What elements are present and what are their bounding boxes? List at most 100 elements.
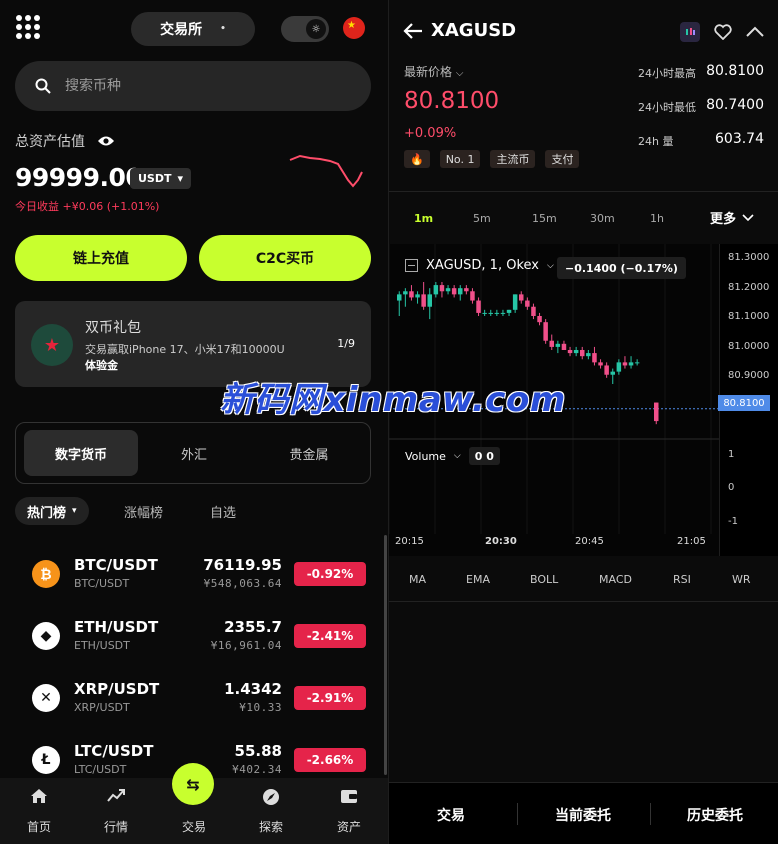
coin-row[interactable]: ◆ ETH/USDT ETH/USDT 2355.7 ¥16,961.04 -2.41% [0, 604, 388, 666]
nav-explore[interactable]: 探索 [232, 778, 310, 844]
subtab-hot-label: 热门榜 [27, 505, 67, 521]
tab-crypto[interactable]: 数字货币 [24, 430, 138, 476]
tab-separator [517, 803, 518, 825]
y-tick: 80.9000 [728, 370, 770, 381]
low-24h-label: 24小时最低 [638, 101, 696, 114]
deposit-button[interactable]: 链上充值 [15, 235, 187, 281]
promo-desc-2: 体验金 [85, 359, 118, 372]
candle-body [464, 288, 469, 292]
promo-title: 双币礼包 [85, 320, 141, 336]
coin-pair: BTC/USDT [74, 556, 158, 574]
eye-icon[interactable] [97, 135, 115, 147]
search-icon [35, 78, 51, 94]
chevron-down-icon: • [220, 24, 226, 34]
candle-body [433, 285, 439, 295]
coin-pair: XRP/USDT [74, 680, 160, 698]
candle-body [421, 294, 426, 307]
tab-metals[interactable]: 贵金属 [252, 430, 366, 476]
mainstream-tag: 主流币 [490, 150, 536, 168]
asset-unit-selector[interactable]: USDT ▾ [130, 168, 192, 189]
candle-body [500, 312, 506, 314]
candle-body [537, 316, 542, 323]
nav-explore-label: 探索 [258, 820, 283, 834]
china-flag-icon[interactable]: ★ [343, 17, 365, 39]
indicator-wr[interactable]: WR [732, 573, 751, 586]
search-bar[interactable] [15, 61, 371, 111]
candle-body [604, 365, 609, 375]
total-asset-value: 99999.00 [15, 163, 143, 192]
subtab-hot[interactable]: 热门榜 ▾ [15, 497, 89, 525]
search-input[interactable] [65, 78, 325, 94]
coin-change-badge: -2.41% [294, 624, 366, 648]
c2c-buy-button[interactable]: C2C买币 [199, 235, 371, 281]
candle-body [525, 300, 530, 307]
candle-body [592, 353, 597, 363]
theme-toggle[interactable]: ☼ [281, 16, 329, 42]
indicator-boll[interactable]: BOLL [530, 573, 558, 586]
indicator-ma[interactable]: MA [409, 573, 426, 586]
symbol-title: XAGUSD [431, 20, 517, 41]
subtab-gainers[interactable]: 涨幅榜 [124, 497, 163, 525]
today-profit-value: +¥0.06 (+1.01%) [62, 200, 160, 213]
coin-row[interactable]: ✕ XRP/USDT XRP/USDT 1.4342 ¥10.33 -2.91% [0, 666, 388, 728]
tab-open-orders[interactable]: 当前委托 [555, 805, 611, 825]
tab-forex[interactable]: 外汇 [137, 430, 251, 476]
collapse-icon[interactable] [405, 259, 418, 272]
candle-chart-icon[interactable] [680, 22, 700, 42]
indicator-macd[interactable]: MACD [599, 573, 632, 586]
volume-legend[interactable]: Volume ⌵ 0 0 [405, 447, 500, 465]
subtab-favorites[interactable]: 自选 [210, 497, 236, 525]
swap-arrows-icon[interactable]: ⇆ [172, 763, 214, 805]
latest-price-label: 最新价格 ⌵ [404, 63, 463, 80]
interval-5m[interactable]: 5m [473, 212, 491, 225]
y-tick: 81.1000 [728, 311, 770, 322]
promo-desc: 交易赢取iPhone 17、小米17和10000U [85, 343, 285, 356]
indicator-rsi[interactable]: RSI [673, 573, 691, 586]
nav-markets[interactable]: 行情 [77, 778, 155, 844]
total-asset-text: 总资产估值 [15, 134, 85, 150]
candle-body [458, 288, 463, 295]
more-intervals-button[interactable]: 更多 [710, 208, 754, 227]
nav-assets-label: 资产 [336, 820, 361, 834]
coin-row[interactable]: ₿ BTC/USDT BTC/USDT 76119.95 ¥548,063.64 -0.9… [0, 542, 388, 604]
trading-chart-panel: XAGUSD 最新价格 ⌵ 80.8100 +0.09% 🔥 No. 1 主流币… [388, 0, 778, 844]
chart-title: XAGUSD, 1, Okex [426, 258, 539, 273]
more-label: 更多 [709, 212, 736, 227]
candle-body [488, 312, 493, 314]
apps-grid-icon[interactable] [16, 15, 40, 39]
candle-body [409, 291, 414, 298]
coin-price-cny: ¥16,961.04 [210, 639, 282, 652]
candle-body [427, 294, 432, 307]
candle-body [622, 362, 628, 366]
payment-tag: 支付 [545, 150, 580, 168]
candle-body [451, 288, 457, 295]
candle-body [512, 294, 518, 310]
tab-order-history[interactable]: 历史委托 [687, 805, 743, 825]
interval-1m[interactable]: 1m [414, 212, 433, 225]
scrollbar[interactable] [384, 535, 387, 775]
candle-body [476, 300, 481, 313]
divider [389, 191, 778, 192]
chevron-down-icon[interactable]: ⌵ [456, 68, 464, 79]
interval-30m[interactable]: 30m [590, 212, 615, 225]
tab-trade[interactable]: 交易 [437, 805, 465, 825]
chart-trend-icon [107, 789, 125, 802]
candle-body [561, 343, 567, 350]
y-tick: 81.2000 [728, 282, 770, 293]
heart-icon[interactable] [714, 24, 732, 40]
back-arrow-icon[interactable] [403, 22, 423, 40]
nav-assets[interactable]: 资产 [310, 778, 388, 844]
promo-page-indicator: 1/9 [337, 337, 355, 350]
exchange-selector[interactable]: 交易所 • [131, 12, 255, 46]
nav-home[interactable]: 首页 [0, 778, 78, 844]
interval-15m[interactable]: 15m [532, 212, 557, 225]
sun-icon: ☼ [306, 19, 326, 39]
candle-body [403, 291, 408, 295]
candle-body [415, 294, 420, 298]
interval-1h[interactable]: 1h [650, 212, 664, 225]
market-home-panel: 交易所 • ☼ ★ 总资产估值 99999.00 USDT ▾ 今日收益 +¥0… [0, 0, 388, 844]
chart-legend[interactable]: XAGUSD, 1, Okex ⌵ [405, 258, 554, 273]
chevron-up-icon[interactable] [746, 26, 764, 38]
indicator-ema[interactable]: EMA [466, 573, 490, 586]
candle-body [580, 350, 585, 357]
